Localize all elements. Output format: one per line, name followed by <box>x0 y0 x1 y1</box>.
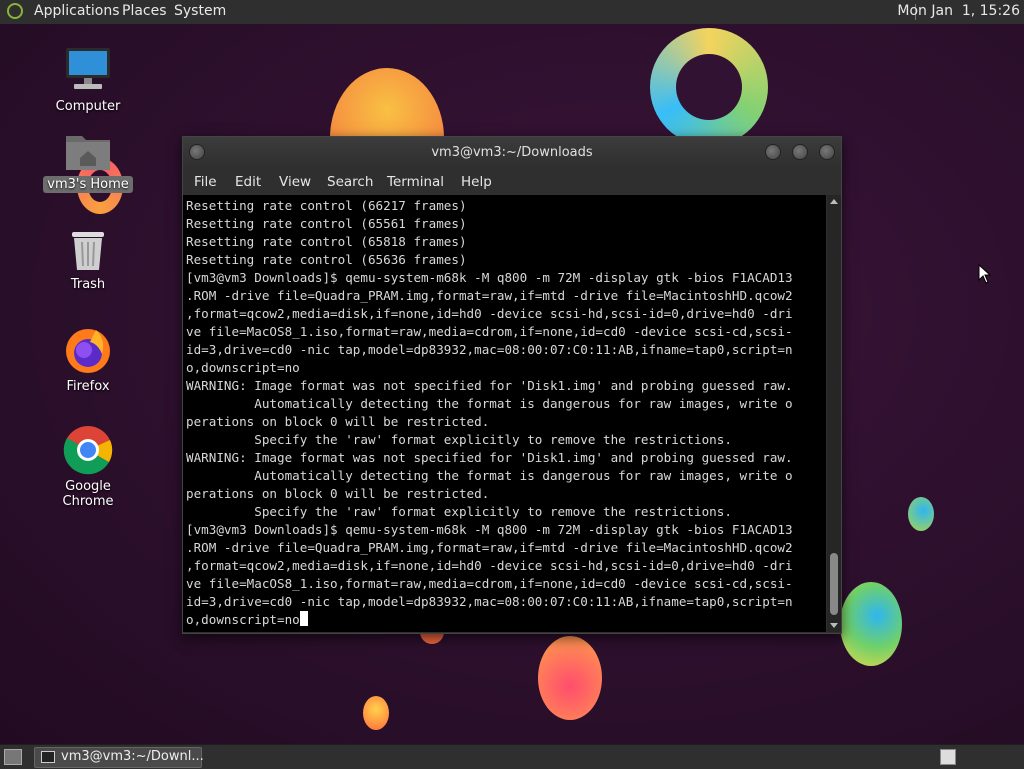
taskbar-terminal-button[interactable]: vm3@vm3:~/Downl... <box>34 747 204 768</box>
taskbar-button-label: vm3@vm3:~/Downl... <box>61 749 204 764</box>
trash-icon <box>72 232 104 270</box>
desktop-icon-trash[interactable]: Trash <box>40 228 136 293</box>
terminal-line: Resetting rate control (65818 frames) <box>186 234 467 249</box>
wallpaper-small-orange-ball <box>363 696 389 730</box>
menu-file[interactable]: File <box>194 174 217 190</box>
desktop-icon-label: Google Chrome <box>62 479 114 509</box>
terminal-line: id=3,drive=cd0 -nic tap,model=dp83932,ma… <box>186 594 793 609</box>
menu-edit[interactable]: Edit <box>235 174 261 190</box>
terminal-line: WARNING: Image format was not specified … <box>186 378 793 393</box>
terminal-line: Specify the 'raw' format explicitly to r… <box>186 504 732 519</box>
terminal-line: ve file=MacOS8_1.iso,format=raw,media=cd… <box>186 324 793 339</box>
terminal-cursor <box>299 611 308 626</box>
system-menu[interactable]: System <box>174 3 226 19</box>
desktop-icon-firefox[interactable]: Firefox <box>40 324 136 395</box>
terminal-line: [vm3@vm3 Downloads]$ qemu-system-m68k -M… <box>186 270 793 285</box>
terminal-line: Resetting rate control (65561 frames) <box>186 216 467 231</box>
terminal-line: Automatically detecting the format is da… <box>186 468 793 483</box>
terminal-line: Specify the 'raw' format explicitly to r… <box>186 432 732 447</box>
desktop-icon-home[interactable]: vm3's Home <box>40 128 136 193</box>
bottom-panel: vm3@vm3:~/Downl... <box>0 744 1024 769</box>
terminal-menubar: File Edit View Search Terminal Help <box>183 167 841 195</box>
desktop-icon-chrome[interactable]: Google Chrome <box>40 424 136 510</box>
terminal-line: .ROM -drive file=Quadra_PRAM.img,format=… <box>186 540 793 555</box>
desktop-icon-label: Firefox <box>66 379 110 394</box>
scroll-up-arrow-icon[interactable] <box>830 199 838 204</box>
computer-icon <box>66 48 110 89</box>
terminal-title: vm3@vm3:~/Downloads <box>431 145 593 160</box>
menu-search[interactable]: Search <box>327 174 373 190</box>
distro-logo-icon[interactable] <box>7 3 23 19</box>
terminal-window[interactable]: vm3@vm3:~/Downloads File Edit View Searc… <box>182 136 842 634</box>
wallpaper-ring-hole <box>676 54 742 120</box>
wallpaper-blue-green-ball <box>840 582 902 666</box>
terminal-titlebar[interactable]: vm3@vm3:~/Downloads <box>183 137 841 167</box>
terminal-output[interactable]: Resetting rate control (66217 frames) Re… <box>183 195 826 632</box>
home-folder-icon <box>66 136 110 170</box>
terminal-line: [vm3@vm3 Downloads]$ qemu-system-m68k -M… <box>186 522 793 537</box>
desktop-icon-computer[interactable]: Computer <box>40 44 136 115</box>
menu-view[interactable]: View <box>279 174 311 190</box>
menu-terminal[interactable]: Terminal <box>387 174 444 190</box>
firefox-icon <box>66 329 110 373</box>
close-button[interactable] <box>819 144 835 160</box>
wallpaper-small-blue-ball <box>908 497 934 531</box>
terminal-line: perations on block 0 will be restricted. <box>186 414 490 429</box>
applications-menu[interactable]: Applications <box>34 3 120 19</box>
wallpaper-pink-ball <box>538 636 602 720</box>
show-desktop-icon[interactable] <box>4 749 22 765</box>
menu-help[interactable]: Help <box>461 174 492 190</box>
terminal-line: Automatically detecting the format is da… <box>186 396 793 411</box>
terminal-icon <box>41 751 55 763</box>
terminal-line: WARNING: Image format was not specified … <box>186 450 793 465</box>
desktop-icon-label: Computer <box>55 99 121 114</box>
terminal-line: ,format=qcow2,media=disk,if=none,id=hd0 … <box>186 558 793 573</box>
terminal-line: Resetting rate control (65636 frames) <box>186 252 467 267</box>
places-menu[interactable]: Places <box>122 3 167 19</box>
terminal-line: o,downscript=no <box>186 360 300 375</box>
terminal-line: ve file=MacOS8_1.iso,format=raw,media=cd… <box>186 576 793 591</box>
clock[interactable]: Mon Jan 1, 15:26 <box>897 3 1020 19</box>
chrome-icon <box>63 426 113 475</box>
terminal-text: Resetting rate control (66217 frames) Re… <box>183 195 826 629</box>
desktop-icon-label: Trash <box>70 277 106 292</box>
terminal-line: ,format=qcow2,media=disk,if=none,id=hd0 … <box>186 306 793 321</box>
terminal-line: o,downscript=no <box>186 612 300 627</box>
minimize-button[interactable] <box>765 144 781 160</box>
maximize-button[interactable] <box>792 144 808 160</box>
mouse-pointer-icon <box>978 264 992 284</box>
workspace-switcher[interactable] <box>940 749 956 765</box>
scroll-down-arrow-icon[interactable] <box>830 623 838 628</box>
terminal-scrollbar[interactable] <box>827 195 841 632</box>
scrollbar-thumb[interactable] <box>830 553 838 615</box>
terminal-line: Resetting rate control (66217 frames) <box>186 198 467 213</box>
desktop-icon-label: vm3's Home <box>43 176 133 193</box>
terminal-line: id=3,drive=cd0 -nic tap,model=dp83932,ma… <box>186 342 793 357</box>
terminal-line: perations on block 0 will be restricted. <box>186 486 490 501</box>
top-panel: Applications Places System Mon Jan 1, 15… <box>0 0 1024 25</box>
terminal-line: .ROM -drive file=Quadra_PRAM.img,format=… <box>186 288 793 303</box>
